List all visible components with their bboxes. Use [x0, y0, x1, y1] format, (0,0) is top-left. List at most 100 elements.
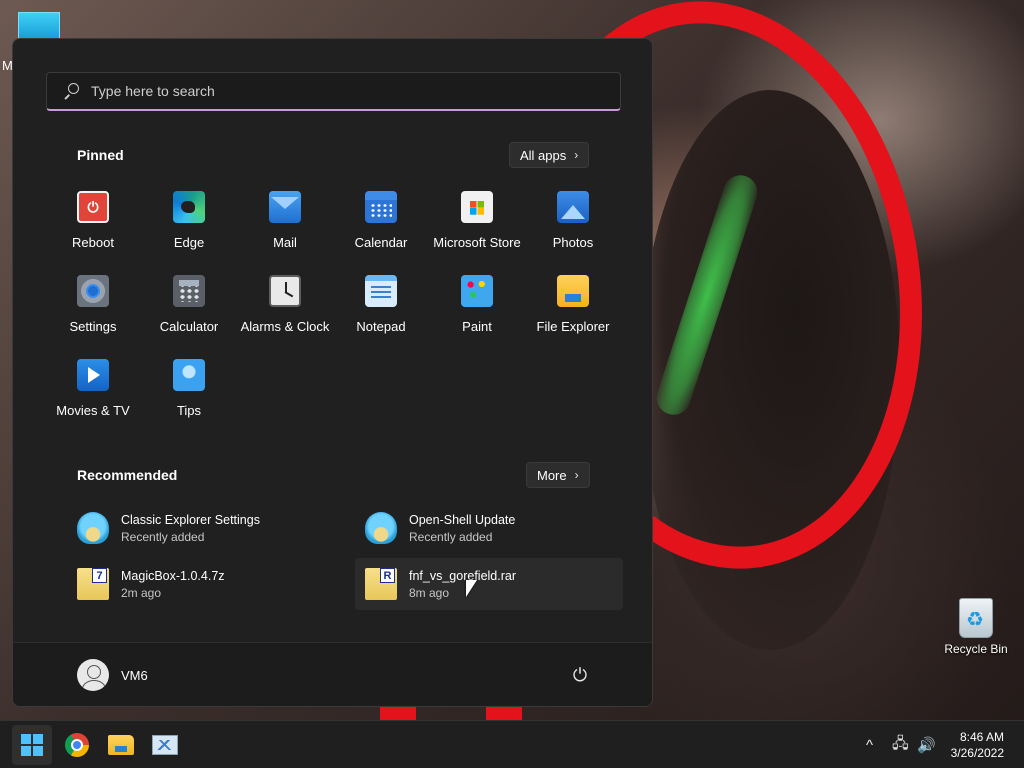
- start-menu: Type here to search Pinned All apps › Re…: [12, 38, 653, 707]
- paint-icon: [461, 275, 493, 307]
- windows-icon: [21, 734, 43, 756]
- monitor-icon: [152, 735, 178, 755]
- pinned-apps-grid: Reboot Edge Mail Calendar Microsoft Stor…: [45, 189, 621, 441]
- pinned-app-tips[interactable]: Tips: [141, 357, 237, 441]
- recommended-item-subtitle: 8m ago: [409, 585, 450, 600]
- user-account-button[interactable]: VM6: [77, 659, 148, 691]
- resource-monitor-button[interactable]: [145, 725, 185, 765]
- volume-button[interactable]: 🔊: [917, 721, 936, 768]
- open-shell-icon: [77, 512, 109, 544]
- show-hidden-icons-button[interactable]: ^: [866, 721, 873, 768]
- recommended-item-subtitle: Recently added: [409, 529, 493, 544]
- pinned-app-label: Reboot: [72, 235, 114, 250]
- 7z-archive-icon: 7: [77, 568, 109, 600]
- search-placeholder: Type here to search: [91, 83, 215, 99]
- pinned-app-label: Notepad: [356, 319, 406, 334]
- pinned-app-label: Microsoft Store: [433, 235, 521, 250]
- all-apps-label: All apps: [520, 147, 567, 163]
- pinned-app-settings[interactable]: Settings: [45, 273, 141, 357]
- photos-icon: [557, 191, 589, 223]
- recommended-item-name: Classic Explorer Settings: [121, 512, 260, 527]
- archive-badge: 7: [92, 568, 107, 583]
- pinned-app-label: Photos: [552, 235, 594, 250]
- recommended-item-subtitle: Recently added: [121, 529, 205, 544]
- chevron-right-icon: ›: [574, 468, 579, 482]
- pinned-app-calendar[interactable]: Calendar: [333, 189, 429, 273]
- store-icon: [461, 191, 493, 223]
- start-button[interactable]: [12, 725, 52, 765]
- network-button[interactable]: 🖧: [892, 721, 909, 768]
- clock-icon: [269, 275, 301, 307]
- clock-time: 8:46 AM: [959, 730, 1004, 744]
- rar-archive-icon: R: [365, 568, 397, 600]
- pinned-app-label: Settings: [69, 319, 117, 334]
- volume-icon: 🔊: [917, 737, 936, 754]
- wallpaper-red-mark: [380, 706, 416, 720]
- pinned-app-alarms-clock[interactable]: Alarms & Clock: [237, 273, 333, 357]
- pinned-app-label: Paint: [462, 319, 492, 334]
- wallpaper-red-mark: [486, 706, 522, 720]
- pinned-app-paint[interactable]: Paint: [429, 273, 525, 357]
- pinned-app-movies-tv[interactable]: Movies & TV: [45, 357, 141, 441]
- pinned-app-label: Alarms & Clock: [240, 319, 330, 334]
- chrome-button[interactable]: [57, 725, 97, 765]
- start-menu-footer: VM6 ⏻: [13, 642, 652, 706]
- power-icon: ⏻: [572, 664, 588, 685]
- clock-date: 3/26/2022: [950, 746, 1004, 760]
- pinned-app-microsoft-store[interactable]: Microsoft Store: [429, 189, 525, 273]
- pinned-app-reboot[interactable]: Reboot: [45, 189, 141, 273]
- recycle-bin-icon: [959, 598, 993, 638]
- chevron-right-icon: ›: [574, 148, 579, 162]
- more-label: More: [537, 467, 567, 483]
- avatar: [77, 659, 109, 691]
- pinned-app-label: Mail: [273, 235, 297, 250]
- open-shell-icon: [365, 512, 397, 544]
- pinned-app-edge[interactable]: Edge: [141, 189, 237, 273]
- recommended-item-name: Open-Shell Update: [409, 512, 516, 527]
- recommended-item[interactable]: Open-Shell Update Recently added: [355, 502, 623, 554]
- network-icon: 🖧: [892, 734, 909, 752]
- search-box[interactable]: Type here to search: [46, 72, 621, 111]
- settings-icon: [77, 275, 109, 307]
- reboot-icon: [77, 191, 109, 223]
- archive-badge: R: [380, 568, 395, 583]
- recommended-item[interactable]: R fnf_vs_gorefield.rar 8m ago: [355, 558, 623, 610]
- mail-icon: [269, 191, 301, 223]
- pinned-app-mail[interactable]: Mail: [237, 189, 333, 273]
- mouse-cursor-icon: [466, 580, 477, 597]
- all-apps-button[interactable]: All apps ›: [509, 142, 590, 168]
- pinned-app-label: File Explorer: [536, 319, 610, 334]
- folder-icon: [557, 275, 589, 307]
- pinned-app-label: Movies & TV: [56, 403, 130, 418]
- edge-icon: [173, 191, 205, 223]
- folder-icon: [108, 735, 134, 755]
- recycle-bin[interactable]: Recycle Bin: [940, 598, 1012, 656]
- pinned-title: Pinned: [77, 147, 124, 163]
- pinned-app-label: Tips: [176, 403, 202, 418]
- tips-icon: [173, 359, 205, 391]
- calculator-icon: [173, 275, 205, 307]
- recommended-title: Recommended: [77, 467, 178, 483]
- recommended-item-subtitle: 2m ago: [121, 585, 162, 600]
- recommended-item-name: fnf_vs_gorefield.rar: [409, 568, 517, 583]
- recommended-item[interactable]: 7 MagicBox-1.0.4.7z 2m ago: [67, 558, 335, 610]
- search-icon: [63, 83, 79, 99]
- movies-icon: [77, 359, 109, 391]
- pinned-app-photos[interactable]: Photos: [525, 189, 621, 273]
- more-button[interactable]: More ›: [526, 462, 590, 488]
- calendar-icon: [365, 191, 397, 223]
- recommended-item[interactable]: Classic Explorer Settings Recently added: [67, 502, 335, 554]
- taskbar: ^ 🖧 🔊 8:46 AM 3/26/2022: [0, 720, 1024, 768]
- file-explorer-button[interactable]: [101, 725, 141, 765]
- notepad-icon: [365, 275, 397, 307]
- chrome-icon: [65, 733, 89, 757]
- pinned-app-notepad[interactable]: Notepad: [333, 273, 429, 357]
- pinned-app-label: Calendar: [354, 235, 408, 250]
- pinned-app-label: Calculator: [159, 319, 219, 334]
- power-button[interactable]: ⏻: [568, 663, 592, 687]
- user-name: VM6: [121, 667, 148, 683]
- pinned-app-file-explorer[interactable]: File Explorer: [525, 273, 621, 357]
- recycle-bin-label: Recycle Bin: [944, 642, 1008, 656]
- taskbar-clock[interactable]: 8:46 AM 3/26/2022: [951, 729, 1004, 761]
- pinned-app-calculator[interactable]: Calculator: [141, 273, 237, 357]
